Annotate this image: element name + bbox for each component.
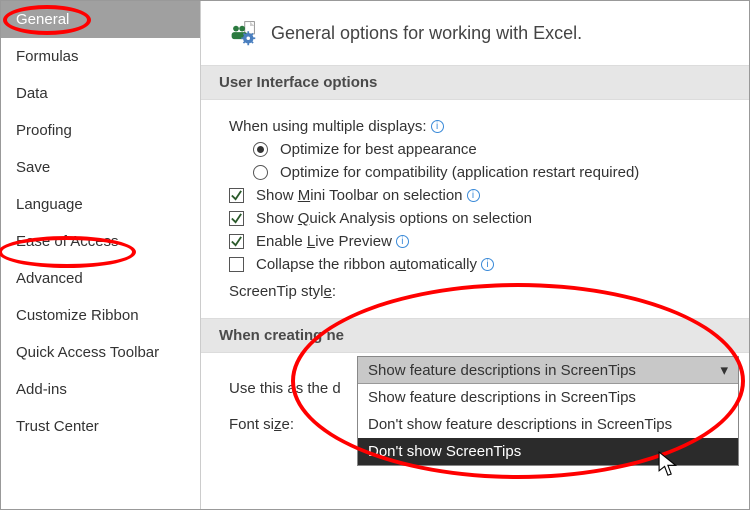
sidebar-item-formulas[interactable]: Formulas xyxy=(1,38,200,75)
page-title: General options for working with Excel. xyxy=(271,23,582,44)
sidebar-item-ease-of-access[interactable]: Ease of Access xyxy=(1,223,200,260)
sidebar-item-language[interactable]: Language xyxy=(1,186,200,223)
chevron-down-icon: ▾ xyxy=(720,361,728,379)
checkbox-live-preview[interactable] xyxy=(229,234,244,249)
checkbox-quick-analysis[interactable] xyxy=(229,211,244,226)
radio-optimize-compat-label: Optimize for compatibility (application … xyxy=(280,164,639,181)
radio-optimize-best-label: Optimize for best appearance xyxy=(280,141,477,158)
checkbox-quick-analysis-label: Show Quick Analysis options on selection xyxy=(256,210,532,227)
checkbox-mini-toolbar-label: Show Mini Toolbar on selection xyxy=(256,187,463,204)
screentip-selected-value: Show feature descriptions in ScreenTips xyxy=(368,362,636,379)
info-icon[interactable]: i xyxy=(467,189,480,202)
general-options-icon xyxy=(229,19,257,47)
screentip-style-label: ScreenTip style: xyxy=(229,283,429,300)
screentip-option-show-descriptions[interactable]: Show feature descriptions in ScreenTips xyxy=(358,384,738,411)
multiple-displays-label: When using multiple displays: xyxy=(229,118,427,135)
sidebar-item-general[interactable]: General xyxy=(1,1,200,38)
radio-optimize-compat[interactable] xyxy=(253,165,268,180)
screentip-option-no-descriptions[interactable]: Don't show feature descriptions in Scree… xyxy=(358,411,738,438)
screentip-option-dont-show[interactable]: Don't show ScreenTips xyxy=(358,438,738,465)
radio-optimize-best[interactable] xyxy=(253,142,268,157)
sidebar-item-add-ins[interactable]: Add-ins xyxy=(1,371,200,408)
checkbox-live-preview-label: Enable Live Preview xyxy=(256,233,392,250)
info-icon[interactable]: i xyxy=(431,120,444,133)
sidebar-item-quick-access-toolbar[interactable]: Quick Access Toolbar xyxy=(1,334,200,371)
info-icon[interactable]: i xyxy=(396,235,409,248)
section-ui-options: User Interface options xyxy=(201,65,749,100)
sidebar-item-data[interactable]: Data xyxy=(1,75,200,112)
sidebar-item-proofing[interactable]: Proofing xyxy=(1,112,200,149)
checkbox-mini-toolbar[interactable] xyxy=(229,188,244,203)
section-workbooks: When creating ne xyxy=(201,318,749,353)
checkbox-collapse-ribbon-label: Collapse the ribbon automatically xyxy=(256,256,477,273)
sidebar-item-save[interactable]: Save xyxy=(1,149,200,186)
checkbox-collapse-ribbon[interactable] xyxy=(229,257,244,272)
screentip-style-dropdown[interactable]: Show feature descriptions in ScreenTips … xyxy=(357,356,739,466)
info-icon[interactable]: i xyxy=(481,258,494,271)
sidebar-item-customize-ribbon[interactable]: Customize Ribbon xyxy=(1,297,200,334)
sidebar-item-advanced[interactable]: Advanced xyxy=(1,260,200,297)
options-sidebar: General Formulas Data Proofing Save Lang… xyxy=(1,1,201,509)
sidebar-item-trust-center[interactable]: Trust Center xyxy=(1,408,200,445)
